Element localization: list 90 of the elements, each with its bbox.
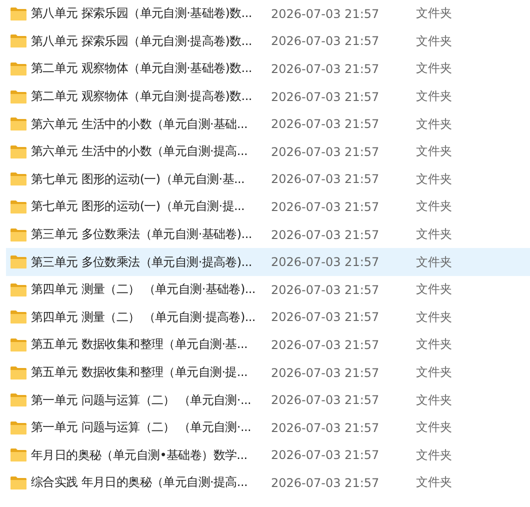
file-type: 文件夹: [416, 254, 452, 271]
file-row[interactable]: 综合实践 年月日的奥秘（单元自测·提高... 2026-07-03 21:57 文件夹: [6, 469, 530, 497]
file-row[interactable]: 年月日的奥秘（单元自测•基础卷）数学... 2026-07-03 21:57 文件夹: [6, 442, 530, 470]
modified-date: 2026-07-03 21:57: [271, 476, 380, 490]
modified-date: 2026-07-03 21:57: [271, 117, 380, 132]
file-name: 第二单元 观察物体（单元自测·提高卷)数...: [31, 88, 253, 106]
modified-date: 2026-07-03 21:57: [271, 310, 380, 324]
file-type: 文件夹: [416, 364, 452, 382]
file-name: 第八单元 探索乐园（单元自测·提高卷)数...: [31, 32, 253, 50]
file-row[interactable]: 第五单元 数据收集和整理（单元自测·基... 2026-07-03 21:57 文件夹: [6, 331, 530, 359]
file-row[interactable]: 第一单元 问题与运算（二） （单元自测·... 2026-07-03 21:57 文件夹: [6, 386, 530, 414]
file-row[interactable]: 第五单元 数据收集和整理（单元自测·提... 2026-07-03 21:57 文件夹: [6, 358, 530, 386]
file-row[interactable]: 第二单元 观察物体（单元自测·提高卷)数... 2026-07-03 21:57 文件夹: [6, 82, 530, 110]
file-type: 文件夹: [416, 5, 452, 22]
folder-icon: [10, 228, 27, 242]
modified-date: 2026-07-03 21:57: [271, 62, 380, 76]
folder-icon: [10, 282, 27, 297]
folder-icon: [10, 6, 27, 21]
file-row[interactable]: 第七单元 图形的运动(一)（单元自测·提... 2026-07-03 21:57 文件夹: [6, 193, 530, 221]
folder-icon: [10, 255, 27, 270]
modified-date: 2026-07-03 21:57: [271, 420, 380, 435]
file-row[interactable]: 第八单元 探索乐园（单元自测·提高卷)数... 2026-07-03 21:57 文件夹: [6, 28, 530, 56]
folder-icon: [10, 310, 27, 324]
file-type: 文件夹: [416, 392, 452, 409]
modified-date: 2026-07-03 21:57: [271, 144, 380, 159]
file-name: 年月日的奥秘（单元自测•基础卷）数学...: [31, 446, 248, 464]
folder-icon: [10, 338, 27, 352]
file-row[interactable]: 第七单元 图形的运动(一)（单元自测·基... 2026-07-03 21:57 文件夹: [6, 166, 530, 194]
modified-date: 2026-07-03 21:57: [271, 200, 380, 214]
file-row[interactable]: 第四单元 测量（二） （单元自测·基础卷)... 2026-07-03 21:57 文件夹: [6, 276, 530, 304]
file-type: 文件夹: [416, 474, 452, 492]
modified-date: 2026-07-03 21:57: [271, 366, 380, 380]
folder-icon: [10, 200, 27, 214]
file-name: 第七单元 图形的运动(一)（单元自测·提...: [31, 198, 246, 216]
file-name: 第三单元 多位数乘法（单元自测·提高卷)...: [31, 254, 253, 271]
file-type: 文件夹: [416, 198, 452, 216]
file-row[interactable]: 第一单元 问题与运算（二） （单元自测·... 2026-07-03 21:57 文件夹: [6, 414, 530, 442]
folder-icon: [10, 476, 27, 490]
file-row[interactable]: 第八单元 探索乐园（单元自测·基础卷)数... 2026-07-03 21:57 文件夹: [6, 0, 530, 28]
folder-icon: [10, 366, 27, 380]
file-name: 第六单元 生活中的小数（单元自测·基础...: [31, 116, 248, 133]
file-type: 文件夹: [416, 281, 452, 298]
folder-icon: [10, 420, 27, 435]
modified-date: 2026-07-03 21:57: [271, 282, 380, 297]
file-name: 第八单元 探索乐园（单元自测·基础卷)数...: [31, 5, 253, 22]
file-row[interactable]: 第二单元 观察物体（单元自测·基础卷)数... 2026-07-03 21:57 文件夹: [6, 55, 530, 83]
file-type: 文件夹: [416, 446, 452, 464]
file-type: 文件夹: [416, 32, 452, 50]
file-type: 文件夹: [416, 226, 452, 244]
folder-icon: [10, 393, 27, 408]
modified-date: 2026-07-03 21:57: [271, 6, 380, 21]
file-type: 文件夹: [416, 143, 452, 160]
file-type: 文件夹: [416, 60, 452, 78]
file-row[interactable]: 第六单元 生活中的小数（单元自测·基础... 2026-07-03 21:57 文件夹: [6, 110, 530, 138]
file-name: 第五单元 数据收集和整理（单元自测·提...: [31, 364, 248, 382]
file-type: 文件夹: [416, 336, 452, 354]
modified-date: 2026-07-03 21:57: [271, 393, 380, 408]
file-row[interactable]: 第三单元 多位数乘法（单元自测·基础卷)... 2026-07-03 21:57 文件夹: [6, 220, 530, 248]
folder-icon: [10, 117, 27, 132]
modified-date: 2026-07-03 21:57: [271, 448, 380, 462]
file-type: 文件夹: [416, 419, 452, 436]
file-type: 文件夹: [416, 308, 452, 326]
file-type: 文件夹: [416, 170, 452, 188]
file-name: 第四单元 测量（二） （单元自测·提高卷)...: [31, 308, 256, 326]
file-name: 第六单元 生活中的小数（单元自测·提高...: [31, 143, 248, 160]
folder-icon: [10, 34, 27, 48]
modified-date: 2026-07-03 21:57: [271, 255, 380, 270]
modified-date: 2026-07-03 21:57: [271, 338, 380, 352]
file-name: 第一单元 问题与运算（二） （单元自测·...: [31, 392, 252, 409]
file-type: 文件夹: [416, 88, 452, 106]
folder-icon: [10, 172, 27, 186]
folder-icon: [10, 144, 27, 159]
file-name: 第七单元 图形的运动(一)（单元自测·基...: [31, 170, 246, 188]
file-name: 第三单元 多位数乘法（单元自测·基础卷)...: [31, 226, 253, 244]
file-row[interactable]: 第四单元 测量（二） （单元自测·提高卷)... 2026-07-03 21:57 文件夹: [6, 304, 530, 332]
file-row[interactable]: 第三单元 多位数乘法（单元自测·提高卷)... 2026-07-03 21:57 文件夹: [6, 248, 530, 276]
file-name: 第二单元 观察物体（单元自测·基础卷)数...: [31, 60, 253, 78]
modified-date: 2026-07-03 21:57: [271, 172, 380, 186]
file-name: 第五单元 数据收集和整理（单元自测·基...: [31, 336, 248, 354]
modified-date: 2026-07-03 21:57: [271, 34, 380, 48]
folder-icon: [10, 448, 27, 462]
file-name: 综合实践 年月日的奥秘（单元自测·提高...: [31, 474, 248, 492]
modified-date: 2026-07-03 21:57: [271, 228, 380, 242]
file-row[interactable]: 第六单元 生活中的小数（单元自测·提高... 2026-07-03 21:57 文件夹: [6, 138, 530, 166]
file-type: 文件夹: [416, 116, 452, 133]
folder-icon: [10, 62, 27, 76]
folder-icon: [10, 90, 27, 104]
modified-date: 2026-07-03 21:57: [271, 90, 380, 104]
file-name: 第四单元 测量（二） （单元自测·基础卷)...: [31, 281, 256, 298]
file-name: 第一单元 问题与运算（二） （单元自测·...: [31, 419, 252, 436]
